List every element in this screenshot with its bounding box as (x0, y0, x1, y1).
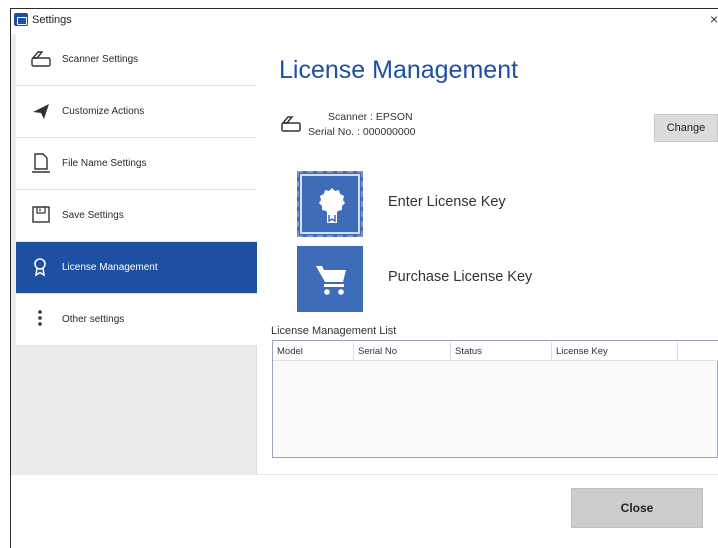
column-header-status[interactable]: Status (451, 341, 552, 361)
close-button[interactable]: Close (571, 488, 703, 528)
sidebar-item-save-settings[interactable]: Save Settings (16, 190, 257, 242)
column-header-serial-no[interactable]: Serial No (354, 341, 451, 361)
license-list-table[interactable]: Model Serial No Status License Key (272, 340, 718, 458)
settings-window: Settings × Scanner Settings Customize Ac… (10, 8, 718, 548)
sidebar-item-license-management[interactable]: License Management (16, 242, 257, 294)
purchase-license-key-button[interactable]: Purchase License Key (297, 246, 597, 312)
send-icon (33, 104, 49, 119)
save-icon (32, 206, 50, 223)
app-icon (14, 13, 28, 26)
sidebar: Scanner Settings Customize Actions File … (11, 34, 257, 474)
sidebar-item-other-settings[interactable]: Other settings (16, 294, 257, 346)
title-bar: Settings × (11, 9, 718, 33)
enter-license-key-label: Enter License Key (388, 194, 506, 210)
window-close-button[interactable]: × (710, 11, 718, 27)
sidebar-item-customize-actions[interactable]: Customize Actions (16, 86, 257, 138)
scanner-serial: Serial No. : 000000000 (308, 126, 416, 138)
certificate-icon (319, 188, 345, 223)
enter-license-key-tile (297, 171, 363, 237)
table-header: Model Serial No Status License Key (273, 341, 718, 361)
footer-divider (11, 474, 718, 475)
file-icon (32, 153, 50, 173)
column-header-model[interactable]: Model (273, 341, 354, 361)
enter-license-key-button[interactable]: Enter License Key (297, 171, 597, 237)
column-header-empty (678, 341, 718, 361)
scanner-name: Scanner : EPSON (328, 111, 413, 123)
main-panel: License Management Scanner : EPSON Seria… (258, 34, 718, 474)
purchase-license-key-label: Purchase License Key (388, 269, 533, 285)
sidebar-item-label: License Management (62, 262, 158, 273)
award-icon (34, 258, 46, 277)
more-vertical-icon (38, 310, 42, 326)
sidebar-item-label: Customize Actions (62, 106, 145, 117)
sidebar-item-scanner-settings[interactable]: Scanner Settings (16, 34, 257, 86)
sidebar-item-label: Scanner Settings (62, 54, 139, 65)
sidebar-item-file-name-settings[interactable]: File Name Settings (16, 138, 257, 190)
cart-icon (316, 266, 346, 295)
license-list-title: License Management List (271, 325, 397, 337)
window-title: Settings (32, 14, 72, 26)
sidebar-item-label: Save Settings (62, 210, 124, 221)
scanner-icon (281, 116, 301, 132)
purchase-license-key-tile (297, 246, 363, 312)
scanner-icon (31, 51, 51, 67)
column-header-license-key[interactable]: License Key (552, 341, 678, 361)
sidebar-item-label: Other settings (62, 314, 125, 325)
change-scanner-button[interactable]: Change (654, 114, 718, 142)
page-title: License Management (279, 56, 519, 84)
sidebar-item-label: File Name Settings (62, 158, 147, 169)
